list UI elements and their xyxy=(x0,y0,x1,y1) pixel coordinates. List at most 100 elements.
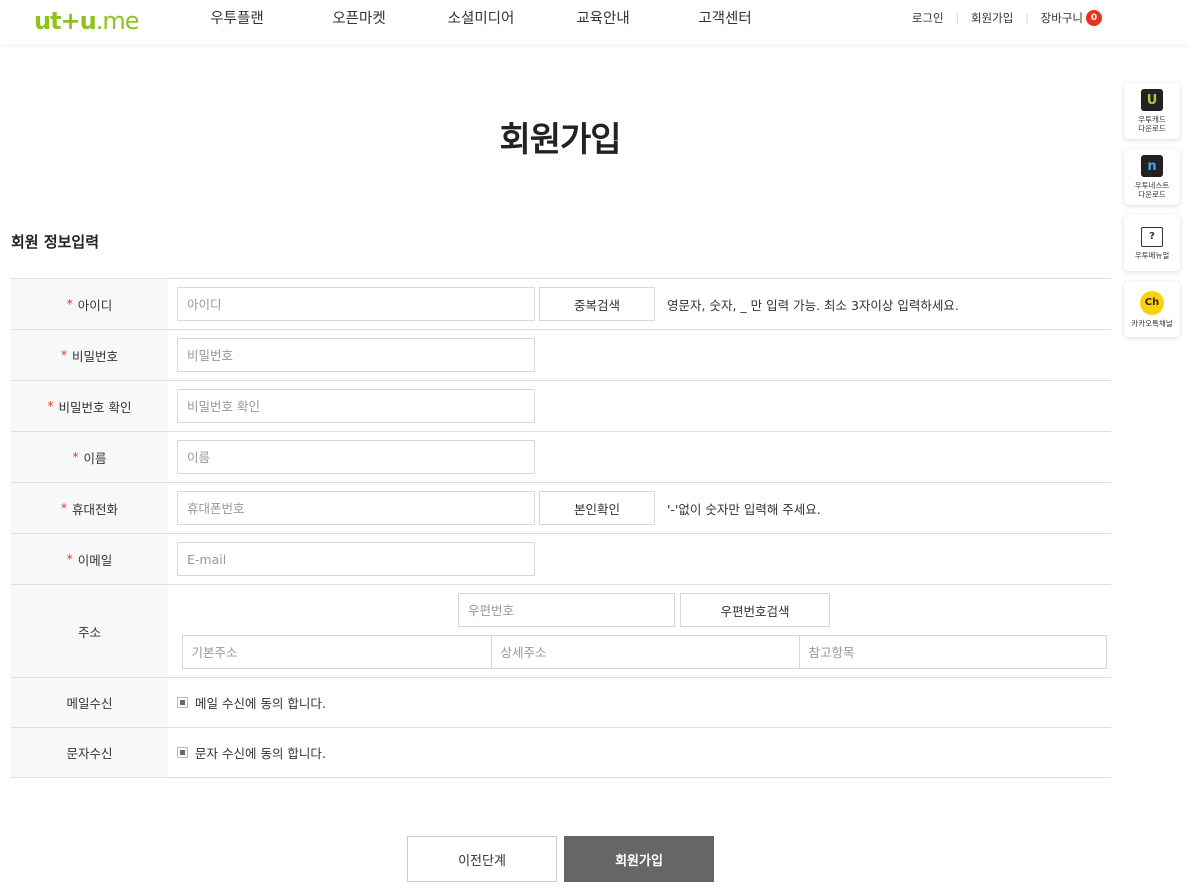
mail-receive-label-cell: 메일수신 xyxy=(11,678,168,727)
site-logo[interactable]: ut+u.me xyxy=(34,7,140,35)
email-label-cell: * 이메일 xyxy=(11,534,168,584)
form-row-email: * 이메일 xyxy=(11,534,1111,585)
util-divider: | xyxy=(1025,12,1029,24)
name-label: 이름 xyxy=(83,450,107,466)
zipcode-search-button[interactable]: 우편번호검색 xyxy=(680,593,830,627)
quick-item-label: 카카오톡채널 xyxy=(1131,318,1173,328)
email-field-cell xyxy=(168,534,1111,584)
quick-item-label: 우투캐드 다운로드 xyxy=(1138,115,1166,133)
cart-count-badge: 0 xyxy=(1086,10,1102,26)
id-input[interactable] xyxy=(177,287,535,321)
required-mark: * xyxy=(66,297,73,311)
book-icon: ? xyxy=(1141,226,1163,247)
signup-link[interactable]: 회원가입 xyxy=(971,10,1013,26)
required-mark: * xyxy=(60,348,67,362)
password-field-cell xyxy=(168,330,1111,380)
phone-hint: '-'없이 숫자만 입력해 주세요. xyxy=(667,501,821,517)
section-title: 회원 정보입력 xyxy=(11,233,100,251)
required-mark: * xyxy=(60,501,67,515)
util-divider: | xyxy=(955,12,959,24)
password-confirm-label-cell: * 비밀번호 확인 xyxy=(11,381,168,431)
quick-item-label: 우투메뉴얼 xyxy=(1134,250,1170,260)
kakao-channel-icon: Ch xyxy=(1140,290,1164,315)
form-row-mail-receive: 메일수신 메일 수신에 동의 합니다. xyxy=(11,678,1111,728)
nav-item-openmarket[interactable]: 오픈마켓 xyxy=(298,0,420,38)
address-label-cell: 주소 xyxy=(11,585,168,677)
required-mark: * xyxy=(72,450,79,464)
id-label-cell: * 아이디 xyxy=(11,279,168,329)
util-menu: 로그인 | 회원가입 | 장바구니 0 xyxy=(912,10,1102,26)
password-label-cell: * 비밀번호 xyxy=(11,330,168,380)
phone-label-cell: * 휴대전화 xyxy=(11,483,168,533)
id-hint: 영문자, 숫자, _ 만 입력 가능. 최소 3자이상 입력하세요. xyxy=(667,297,959,313)
checkbox-icon[interactable] xyxy=(177,747,188,758)
address-detail-line xyxy=(181,635,1107,669)
cart-link[interactable]: 장바구니 xyxy=(1041,10,1083,26)
nav-item-plan[interactable]: 우투플랜 xyxy=(176,0,298,38)
address-label: 주소 xyxy=(77,624,101,640)
detail-address-input[interactable] xyxy=(490,635,799,669)
page-title: 회원가입 xyxy=(499,120,621,160)
required-mark: * xyxy=(66,552,73,566)
logo-main-text: ut+u xyxy=(34,7,97,35)
mail-receive-text: 메일 수신에 동의 합니다. xyxy=(195,696,326,711)
mail-receive-field-cell: 메일 수신에 동의 합니다. xyxy=(168,678,1111,727)
identity-verify-button[interactable]: 본인확인 xyxy=(539,491,655,525)
id-label: 아이디 xyxy=(77,297,113,313)
password-input[interactable] xyxy=(177,338,535,372)
name-label-cell: * 이름 xyxy=(11,432,168,482)
quick-menu: U 우투캐드 다운로드 n 우투네스트 다운로드 ? 우투메뉴얼 Ch 카카오톡… xyxy=(1124,83,1180,347)
prev-step-button[interactable]: 이전단계 xyxy=(407,836,557,882)
sms-receive-label-cell: 문자수신 xyxy=(11,728,168,777)
email-label: 이메일 xyxy=(77,552,113,568)
logo-suffix-text: .me xyxy=(95,7,140,35)
form-row-name: * 이름 xyxy=(11,432,1111,483)
form-row-password: * 비밀번호 xyxy=(11,330,1111,381)
phone-label: 휴대전화 xyxy=(71,501,118,517)
form-row-sms-receive: 문자수신 문자 수신에 동의 합니다. xyxy=(11,728,1111,778)
base-address-input[interactable] xyxy=(181,635,491,669)
nav-item-customer-center[interactable]: 고객센터 xyxy=(664,0,786,38)
join-submit-button[interactable]: 회원가입 xyxy=(564,836,714,882)
password-confirm-label: 비밀번호 확인 xyxy=(58,399,132,415)
quick-manual[interactable]: ? 우투메뉴얼 xyxy=(1124,215,1180,271)
signup-form: * 아이디 중복검색 영문자, 숫자, _ 만 입력 가능. 최소 3자이상 입력… xyxy=(11,278,1111,778)
email-input[interactable] xyxy=(177,542,535,576)
phone-input[interactable] xyxy=(177,491,535,525)
id-duplicate-check-button[interactable]: 중복검색 xyxy=(539,287,655,321)
main-nav: 우투플랜 오픈마켓 소셜미디어 교육안내 고객센터 xyxy=(176,0,786,38)
password-confirm-field-cell xyxy=(168,381,1111,431)
id-field-cell: 중복검색 영문자, 숫자, _ 만 입력 가능. 최소 3자이상 입력하세요. xyxy=(168,279,1111,329)
form-row-phone: * 휴대전화 본인확인 '-'없이 숫자만 입력해 주세요. xyxy=(11,483,1111,534)
address-field-cell: 우편번호검색 xyxy=(168,585,1111,677)
required-mark: * xyxy=(47,399,54,413)
extra-address-input[interactable] xyxy=(798,635,1107,669)
site-header: ut+u.me 우투플랜 오픈마켓 소셜미디어 교육안내 고객센터 로그인 | … xyxy=(0,0,1191,44)
quick-item-label: 우투네스트 다운로드 xyxy=(1134,181,1170,199)
form-actions: 이전단계 회원가입 xyxy=(407,836,714,882)
checkbox-icon[interactable] xyxy=(177,697,188,708)
nav-item-education[interactable]: 교육안내 xyxy=(542,0,664,38)
password-label: 비밀번호 xyxy=(71,348,118,364)
form-row-address: 주소 우편번호검색 xyxy=(11,585,1111,678)
password-confirm-input[interactable] xyxy=(177,389,535,423)
login-link[interactable]: 로그인 xyxy=(912,10,944,26)
name-input[interactable] xyxy=(177,440,535,474)
utucad-icon: U xyxy=(1141,89,1163,111)
sms-receive-field-cell: 문자 수신에 동의 합니다. xyxy=(168,728,1111,777)
form-row-password-confirm: * 비밀번호 확인 xyxy=(11,381,1111,432)
address-zip-line: 우편번호검색 xyxy=(458,593,830,627)
sms-receive-label: 문자수신 xyxy=(66,746,113,761)
nav-item-social-media[interactable]: 소셜미디어 xyxy=(420,0,542,38)
sms-receive-text: 문자 수신에 동의 합니다. xyxy=(195,746,326,761)
quick-utucad-download[interactable]: U 우투캐드 다운로드 xyxy=(1124,83,1180,139)
quick-utunest-download[interactable]: n 우투네스트 다운로드 xyxy=(1124,149,1180,205)
sms-receive-checkbox[interactable]: 문자 수신에 동의 합니다. xyxy=(177,743,326,762)
phone-field-cell: 본인확인 '-'없이 숫자만 입력해 주세요. xyxy=(168,483,1111,533)
utunest-icon: n xyxy=(1141,155,1163,177)
name-field-cell xyxy=(168,432,1111,482)
mail-receive-label: 메일수신 xyxy=(66,696,113,711)
quick-kakao-channel[interactable]: Ch 카카오톡채널 xyxy=(1124,281,1180,337)
zipcode-input[interactable] xyxy=(458,593,675,627)
mail-receive-checkbox[interactable]: 메일 수신에 동의 합니다. xyxy=(177,693,326,712)
